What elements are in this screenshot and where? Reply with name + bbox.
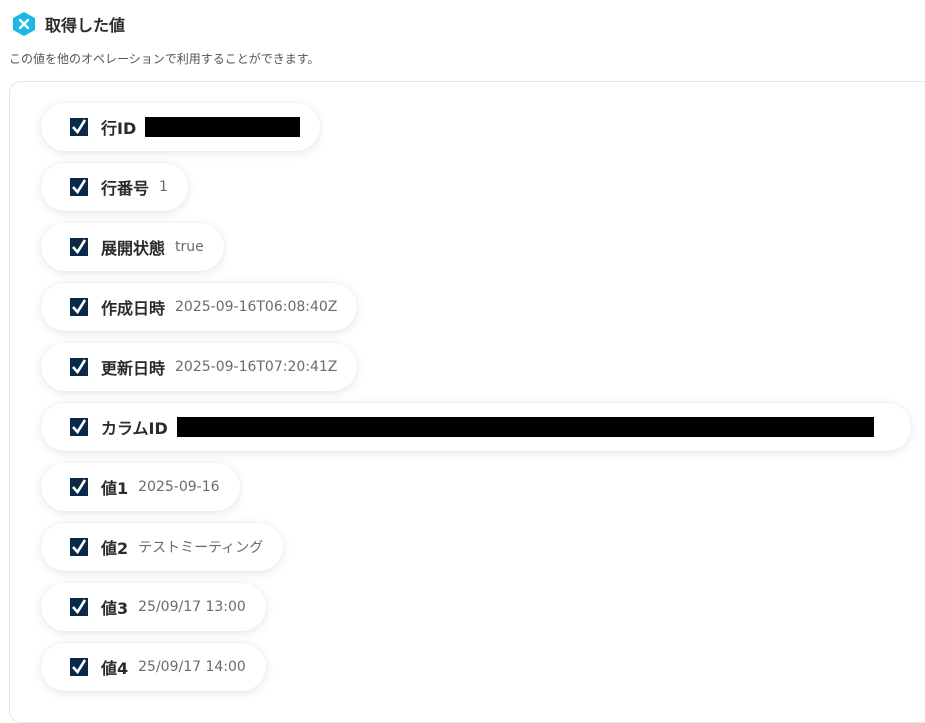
- checkbox-checked-icon[interactable]: [70, 118, 88, 136]
- checkbox-checked-icon[interactable]: [70, 478, 88, 496]
- value-label: 展開状態: [101, 239, 166, 258]
- value-list: 行ID 行番号 1 展開状態 true 作成日時 2025-09-16T06:0…: [41, 103, 911, 703]
- section-subtitle: この値を他のオペレーションで利用することができます。: [9, 52, 320, 66]
- value-chip-created-at[interactable]: 作成日時 2025-09-16T06:08:40Z: [41, 283, 358, 331]
- value-label: 更新日時: [101, 359, 166, 378]
- value-text: 25/09/17 13:00: [138, 599, 246, 615]
- value-label: 行番号: [101, 179, 150, 198]
- value-label: 値3: [101, 599, 129, 618]
- value-label: 行ID: [101, 119, 137, 138]
- value-text: テストミーティング: [138, 540, 264, 556]
- checkbox-checked-icon[interactable]: [70, 178, 88, 196]
- value-label: 値4: [101, 659, 129, 678]
- value-chip-column-id[interactable]: カラムID: [41, 403, 911, 451]
- checkbox-checked-icon[interactable]: [70, 298, 88, 316]
- value-chip-row-id[interactable]: 行ID: [41, 103, 321, 151]
- value-chip-value-3[interactable]: 値3 25/09/17 13:00: [41, 583, 266, 631]
- value-text: 2025-09-16T07:20:41Z: [175, 359, 338, 375]
- checkbox-checked-icon[interactable]: [70, 598, 88, 616]
- value-chip-updated-at[interactable]: 更新日時 2025-09-16T07:20:41Z: [41, 343, 358, 391]
- value-text: 25/09/17 14:00: [138, 659, 246, 675]
- value-label: 作成日時: [101, 299, 166, 318]
- value-text: 2025-09-16T06:08:40Z: [175, 299, 338, 315]
- value-text: 1: [159, 179, 168, 195]
- redacted-value: [145, 117, 301, 137]
- checkbox-checked-icon[interactable]: [70, 418, 88, 436]
- checkbox-checked-icon[interactable]: [70, 358, 88, 376]
- value-chip-value-1[interactable]: 値1 2025-09-16: [41, 463, 240, 511]
- checkbox-checked-icon[interactable]: [70, 538, 88, 556]
- value-text: 2025-09-16: [138, 479, 220, 495]
- value-label: 値1: [101, 479, 129, 498]
- value-text: true: [175, 239, 204, 255]
- checkbox-checked-icon[interactable]: [70, 238, 88, 256]
- section-title: 取得した値: [45, 16, 126, 35]
- value-chip-expand-state[interactable]: 展開状態 true: [41, 223, 224, 271]
- checkbox-checked-icon[interactable]: [70, 658, 88, 676]
- value-label: カラムID: [101, 419, 168, 438]
- header: 取得した値: [11, 11, 125, 37]
- value-chip-value-4[interactable]: 値4 25/09/17 14:00: [41, 643, 266, 691]
- logo-icon: [13, 12, 35, 36]
- value-label: 値2: [101, 539, 129, 558]
- redacted-value: [176, 417, 874, 437]
- value-chip-value-2[interactable]: 値2 テストミーティング: [41, 523, 284, 571]
- value-chip-row-number[interactable]: 行番号 1: [41, 163, 188, 211]
